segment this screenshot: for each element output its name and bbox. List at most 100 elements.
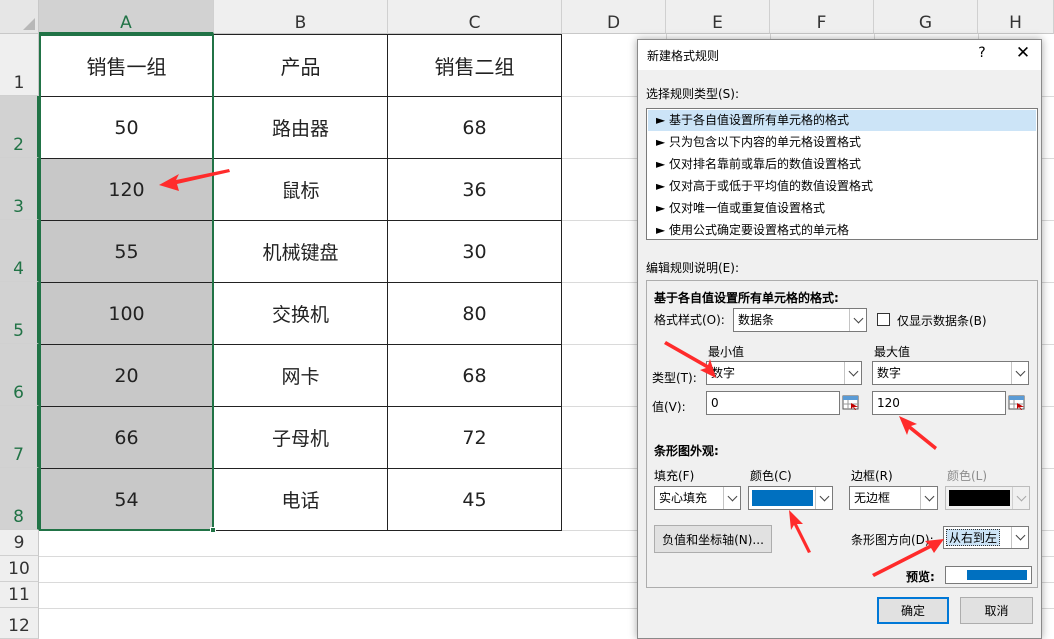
chevron-down-icon[interactable]	[920, 487, 937, 509]
fill-select[interactable]: 实心填充	[654, 486, 741, 510]
row-header-3[interactable]: 3	[0, 158, 39, 220]
new-format-rule-dialog: 新建格式规则 ? ✕ 选择规则类型(S): ► 基于各自值设置所有单元格的格式 …	[637, 39, 1042, 639]
bar-direction-select[interactable]: 从右到左	[943, 526, 1029, 549]
chevron-down-icon	[1012, 487, 1029, 509]
row-header-9[interactable]: 9	[0, 530, 39, 556]
column-header-a[interactable]: A	[39, 0, 214, 34]
cell-b5[interactable]: 交换机	[214, 283, 388, 345]
border-label: 边框(R)	[851, 469, 893, 483]
header-cell-group1[interactable]: 销售一组	[40, 35, 214, 97]
cell-c2[interactable]: 68	[388, 97, 562, 159]
header-cell-group2[interactable]: 销售二组	[388, 35, 562, 97]
fill-value: 实心填充	[659, 491, 708, 505]
cell-a6[interactable]: 20	[40, 345, 214, 407]
section-title: 基于各自值设置所有单元格的格式:	[654, 291, 839, 305]
cell-c7[interactable]: 72	[388, 407, 562, 469]
rule-type-item[interactable]: ► 只为包含以下内容的单元格设置格式	[648, 132, 1036, 153]
border-value: 无边框	[854, 491, 891, 505]
rule-type-item[interactable]: ► 使用公式确定要设置格式的单元格	[648, 220, 1036, 241]
min-type-select[interactable]: 数字	[706, 361, 862, 385]
row-header-5[interactable]: 5	[0, 282, 39, 344]
rule-type-list[interactable]: ► 基于各自值设置所有单元格的格式 ► 只为包含以下内容的单元格设置格式 ► 仅…	[646, 108, 1038, 240]
max-type-select[interactable]: 数字	[872, 361, 1029, 385]
chevron-down-icon[interactable]	[1011, 527, 1028, 548]
border-select[interactable]: 无边框	[849, 486, 938, 510]
max-type-value: 数字	[877, 366, 902, 380]
row-header-4[interactable]: 4	[0, 220, 39, 282]
column-header-d[interactable]: D	[562, 0, 666, 34]
value-label: 值(V):	[652, 400, 686, 414]
format-style-value: 数据条	[738, 313, 775, 327]
negative-value-axis-button[interactable]: 负值和坐标轴(N)...	[654, 525, 772, 553]
cell-c3[interactable]: 36	[388, 159, 562, 221]
cell-a8[interactable]: 54	[40, 469, 214, 531]
cancel-button[interactable]: 取消	[960, 597, 1033, 624]
cell-c6[interactable]: 68	[388, 345, 562, 407]
range-select-icon[interactable]	[1007, 393, 1027, 413]
cell-a2[interactable]: 50	[40, 97, 214, 159]
cell-b4[interactable]: 机械键盘	[214, 221, 388, 283]
row-header-2[interactable]: 2	[0, 96, 39, 158]
cell-b8[interactable]: 电话	[214, 469, 388, 531]
cell-a7[interactable]: 66	[40, 407, 214, 469]
rule-type-item[interactable]: ► 仅对唯一值或重复值设置格式	[648, 198, 1036, 219]
row-header-12[interactable]: 12	[0, 608, 39, 639]
row-header-11[interactable]: 11	[0, 582, 39, 608]
select-all-corner[interactable]	[0, 0, 39, 34]
show-bar-only-label: 仅显示数据条(B)	[897, 314, 987, 328]
rule-type-item[interactable]: ► 仅对高于或低于平均值的数值设置格式	[648, 176, 1036, 197]
row-header-1[interactable]: 1	[0, 34, 39, 96]
fill-handle[interactable]	[210, 527, 216, 533]
rule-type-label: 选择规则类型(S):	[646, 87, 740, 101]
cell-a5[interactable]: 100	[40, 283, 214, 345]
fill-label: 填充(F)	[654, 469, 695, 483]
rule-type-item[interactable]: ► 基于各自值设置所有单元格的格式	[648, 110, 1036, 131]
chevron-down-icon[interactable]	[849, 309, 866, 331]
column-header-c[interactable]: C	[388, 0, 562, 34]
bar-preview	[945, 566, 1032, 584]
min-type-value: 数字	[711, 366, 736, 380]
row-header-8[interactable]: 8	[0, 468, 39, 530]
cell-c5[interactable]: 80	[388, 283, 562, 345]
bar-color-picker[interactable]	[748, 486, 833, 510]
chevron-down-icon[interactable]	[844, 362, 861, 384]
column-header-f[interactable]: F	[770, 0, 874, 34]
cell-b3[interactable]: 鼠标	[214, 159, 388, 221]
format-style-select[interactable]: 数据条	[733, 308, 867, 332]
range-select-icon[interactable]	[841, 393, 861, 413]
bar-color-swatch	[752, 490, 813, 506]
border-color-swatch	[949, 490, 1010, 506]
ok-button[interactable]: 确定	[877, 597, 949, 624]
cell-c8[interactable]: 45	[388, 469, 562, 531]
column-header-e[interactable]: E	[666, 0, 770, 34]
cell-c4[interactable]: 30	[388, 221, 562, 283]
help-button[interactable]: ?	[975, 45, 989, 61]
rule-type-item[interactable]: ► 仅对排名靠前或靠后的数值设置格式	[648, 154, 1036, 175]
edit-rule-label: 编辑规则说明(E):	[646, 261, 739, 275]
column-header-b[interactable]: B	[214, 0, 388, 34]
border-color-label: 颜色(L)	[947, 469, 988, 483]
row-header-7[interactable]: 7	[0, 406, 39, 468]
chevron-down-icon[interactable]	[723, 487, 740, 509]
dialog-title: 新建格式规则	[647, 49, 720, 63]
show-bar-only-checkbox[interactable]	[877, 313, 890, 326]
cell-b7[interactable]: 子母机	[214, 407, 388, 469]
column-header-g[interactable]: G	[874, 0, 978, 34]
cell-a4[interactable]: 55	[40, 221, 214, 283]
row-header-6[interactable]: 6	[0, 344, 39, 406]
color-label: 颜色(C)	[750, 469, 792, 483]
row-header-10[interactable]: 10	[0, 556, 39, 582]
bar-direction-value: 从右到左	[946, 529, 1001, 546]
header-cell-product[interactable]: 产品	[214, 35, 388, 97]
preview-bar	[967, 570, 1027, 580]
close-icon[interactable]: ✕	[1014, 43, 1032, 63]
min-value-input[interactable]: 0	[706, 391, 840, 415]
column-header-h[interactable]: H	[978, 0, 1054, 34]
chevron-down-icon[interactable]	[1011, 362, 1028, 384]
cell-b2[interactable]: 路由器	[214, 97, 388, 159]
cell-b6[interactable]: 网卡	[214, 345, 388, 407]
cell-a3[interactable]: 120	[40, 159, 214, 221]
chevron-down-icon[interactable]	[815, 487, 832, 509]
dialog-title-bar[interactable]: 新建格式规则 ? ✕	[638, 40, 1041, 70]
max-value-input[interactable]: 120	[872, 391, 1006, 415]
